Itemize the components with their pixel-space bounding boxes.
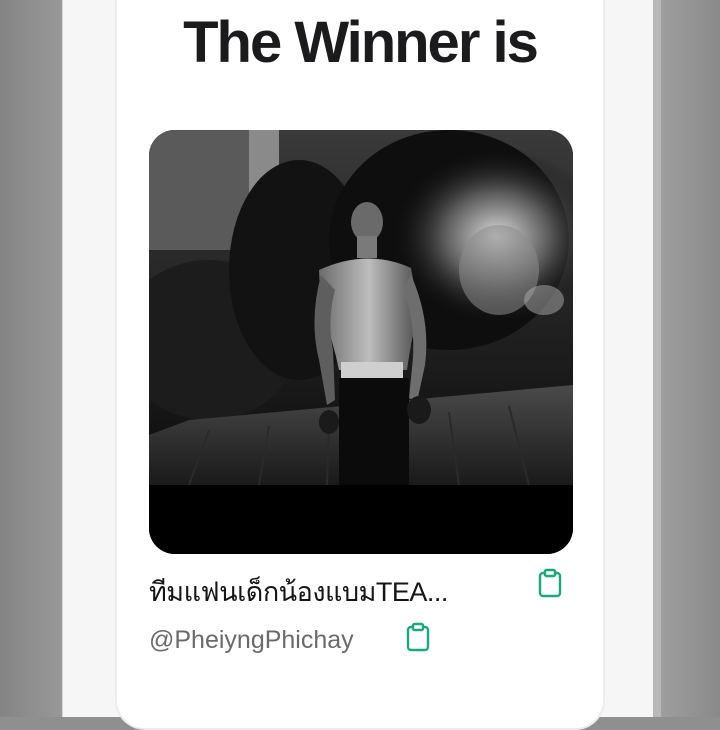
backdrop-left — [0, 0, 62, 717]
winner-handle: @PheiyngPhichay — [149, 626, 354, 654]
backdrop-right — [654, 0, 720, 717]
copy-name-button[interactable] — [537, 568, 563, 598]
result-sheet: The Winner is ทีมแฟนเด็กน้องแบมTEA... @P… — [62, 0, 661, 730]
copy-handle-button[interactable] — [405, 622, 431, 652]
winner-name-row: ทีมแฟนเด็กน้องแบมTEA... — [149, 564, 573, 608]
winner-handle-row: @PheiyngPhichay — [149, 620, 573, 660]
winner-photo — [149, 130, 573, 554]
sheet-edge — [653, 0, 661, 717]
winner-name: ทีมแฟนเด็กน้องแบมTEA... — [149, 577, 448, 607]
winner-card: The Winner is ทีมแฟนเด็กน้องแบมTEA... @P… — [115, 0, 605, 730]
clipboard-icon — [538, 568, 562, 598]
winner-heading: The Winner is — [183, 10, 539, 75]
clipboard-icon — [406, 622, 430, 652]
winner-photo-image — [149, 130, 573, 554]
